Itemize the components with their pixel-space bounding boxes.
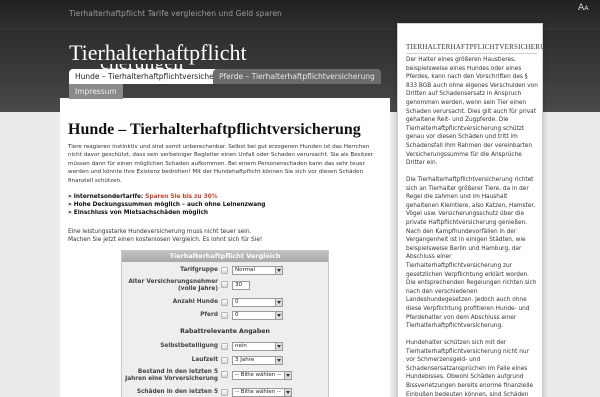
schaeden-label: Schäden in den letzten 5	[136, 389, 218, 395]
benefit-item: » Hohe Deckungssummen möglich – auch ohn…	[68, 201, 384, 209]
sidebar-paragraph-1: Der Halter eines größeren Haustieres, be…	[406, 57, 538, 167]
comparison-form: Tierhalterhaftpflicht Vergleich Tarifgru…	[121, 250, 329, 397]
alter-label: Alter Versicherungsnehmer (volle Jahre)	[128, 279, 218, 292]
selbstbeteiligung-value: nein	[235, 343, 247, 349]
help-icon[interactable]	[221, 357, 228, 364]
anzahl-hunde-value: 0	[235, 299, 239, 305]
chevron-down-icon[interactable]	[275, 312, 282, 319]
help-icon[interactable]	[221, 343, 228, 350]
sidebar-paragraph-2: Die Tierhalterhaftpflichtversicherung ri…	[406, 177, 537, 330]
laufzeit-label: Laufzeit	[191, 357, 218, 363]
benefit-list: » Internetsondertarife: Sparen Sie bis z…	[68, 193, 384, 218]
help-icon[interactable]	[221, 371, 228, 378]
cta-line-2: Machen Sie jetzt einen kostenlosen Vergl…	[68, 237, 263, 244]
help-icon[interactable]	[221, 267, 228, 274]
benefit-text: » Hohe Deckungssummen möglich – auch ohn…	[68, 202, 266, 209]
selbstbeteiligung-select[interactable]: nein	[232, 342, 283, 351]
help-icon[interactable]	[221, 281, 228, 288]
page-title: Hunde – Tierhalterhaftpflichtversicherun…	[68, 121, 361, 138]
pferd-select[interactable]: 0	[232, 311, 283, 320]
help-icon[interactable]	[221, 312, 228, 319]
benefit-highlight: Sparen Sie bis zu 30%	[145, 194, 218, 200]
laufzeit-value: 3 Jahre	[235, 357, 255, 363]
font-size-small-button[interactable]: A	[584, 4, 588, 12]
site-title[interactable]: Tierhalterhaftpflicht	[69, 40, 247, 66]
help-icon[interactable]	[221, 389, 228, 396]
sidebar-title: TIERHALTERHAFTPFLICHTVERSICHERUNG	[406, 43, 556, 51]
sidebar-divider	[406, 53, 537, 54]
schaeden-select[interactable]: -- Bitte wählen --	[232, 388, 292, 397]
pferd-label: Pferd	[200, 312, 218, 318]
chevron-down-icon[interactable]	[275, 343, 282, 350]
help-icon[interactable]	[221, 299, 228, 306]
anzahl-hunde-label: Anzahl Hunde	[172, 299, 218, 305]
intro-text: Tiere reagieren instinktiv und sind somi…	[68, 144, 373, 184]
chevron-down-icon[interactable]	[275, 299, 282, 306]
chevron-down-icon[interactable]	[284, 389, 291, 396]
font-size-control[interactable]: AA	[578, 3, 589, 13]
cta-line-1: Eine leistungsstarke Hundeversicherung m…	[68, 229, 252, 235]
vorversicherung-label: Bestand in den letzten 5 Jahren eine Vor…	[125, 369, 218, 382]
benefit-item: » Internetsondertarife: Sparen Sie bis z…	[68, 193, 384, 201]
tab-hunde[interactable]: Hunde – Tierhalterhaftpflichtversicherun…	[69, 69, 238, 84]
tab-impressum[interactable]: Impressum	[69, 84, 123, 99]
benefit-item: » Einschluss von Mietsachschäden möglich	[68, 209, 384, 217]
chevron-down-icon[interactable]	[275, 267, 282, 274]
alter-input[interactable]: 30	[232, 281, 250, 290]
anzahl-hunde-select[interactable]: 0	[232, 298, 283, 307]
form-title: Tierhalterhaftpflicht Vergleich	[122, 251, 328, 262]
discount-section-title: Rabattrelevante Angaben	[180, 328, 270, 335]
tarifgruppe-label: Tarifgruppe	[180, 267, 218, 273]
schaeden-value: -- Bitte wählen --	[235, 389, 281, 395]
vorversicherung-select[interactable]: -- Bitte wählen --	[232, 371, 292, 380]
sidebar-paragraph-3: Hundehalter schützen sich mit der Tierha…	[406, 340, 534, 397]
benefit-text: » Einschluss von Mietsachschäden möglich	[68, 210, 209, 217]
chevron-down-icon[interactable]	[284, 372, 291, 379]
call-to-action-text: Eine leistungsstarke Hundeversicherung m…	[68, 228, 384, 245]
pferd-value: 0	[235, 312, 239, 318]
site-tagline: Tierhalterhaftpflicht Tarife vergleichen…	[69, 9, 282, 18]
page: Tierhalterhaftpflicht Tarife vergleichen…	[0, 0, 600, 397]
selbstbeteiligung-label: Selbstbeteiligung	[160, 343, 218, 349]
tab-pferde[interactable]: Pferde – Tierhalterhaftpflichtversicheru…	[213, 69, 381, 84]
vorversicherung-value: -- Bitte wählen --	[235, 372, 281, 378]
laufzeit-select[interactable]: 3 Jahre	[232, 356, 283, 365]
benefit-text: » Internetsondertarife:	[68, 194, 146, 200]
chevron-down-icon[interactable]	[275, 357, 282, 364]
tarifgruppe-select[interactable]: Normal	[232, 266, 283, 275]
tarifgruppe-value: Normal	[235, 267, 255, 273]
